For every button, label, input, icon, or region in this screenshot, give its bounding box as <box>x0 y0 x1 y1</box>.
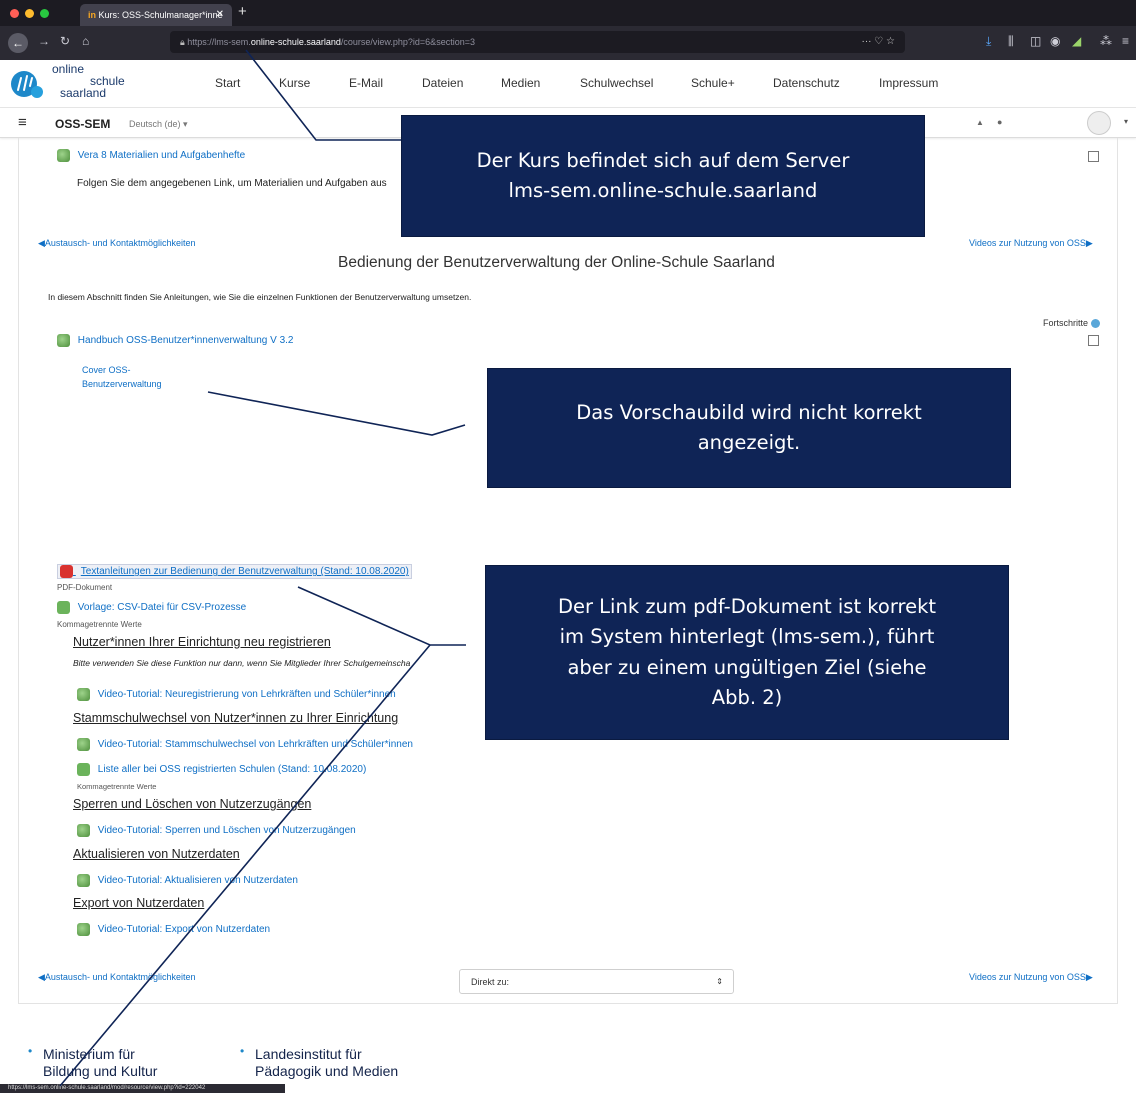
connector-preview-line <box>207 391 466 436</box>
annotation-lines <box>59 49 466 1087</box>
connector-pdf-line <box>297 586 466 646</box>
connector-status-line <box>59 644 431 1087</box>
connector-server-line <box>245 49 401 141</box>
